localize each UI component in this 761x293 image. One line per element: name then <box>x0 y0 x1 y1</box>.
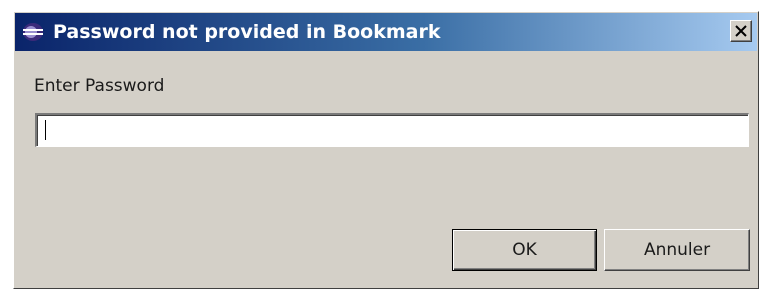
text-caret <box>45 120 46 140</box>
password-dialog: Password not provided in Bookmark Enter … <box>13 11 759 289</box>
dialog-title: Password not provided in Bookmark <box>53 21 441 43</box>
ok-button[interactable]: OK <box>452 229 597 271</box>
close-button[interactable] <box>730 20 752 42</box>
password-input[interactable] <box>35 113 749 147</box>
cancel-button[interactable]: Annuler <box>604 229 750 271</box>
eclipse-app-icon <box>21 21 45 43</box>
title-bar[interactable]: Password not provided in Bookmark <box>15 13 757 51</box>
close-icon <box>735 25 747 37</box>
password-label: Enter Password <box>34 76 165 96</box>
